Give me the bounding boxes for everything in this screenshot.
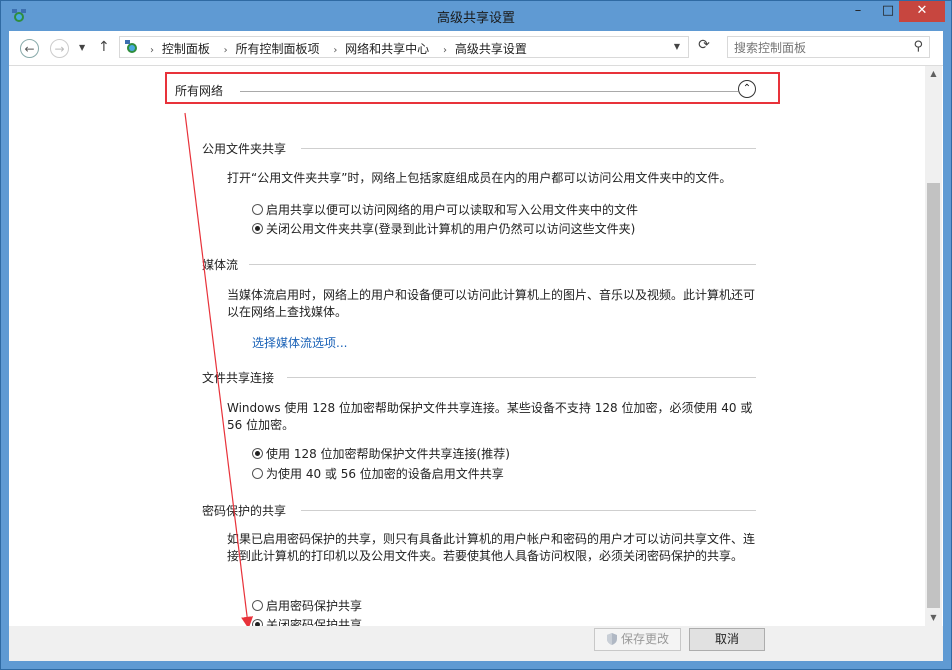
control-panel-icon: [125, 40, 137, 53]
cancel-button[interactable]: 取消: [689, 628, 765, 651]
search-input[interactable]: [732, 38, 906, 58]
breadcrumb-separator: ›: [333, 45, 338, 56]
vertical-scrollbar[interactable]: ▲ ▼: [925, 66, 942, 626]
save-changes-label: 保存更改: [620, 632, 669, 646]
scrollbar-thumb[interactable]: [927, 183, 940, 608]
recent-locations-button[interactable]: ▼: [79, 43, 85, 52]
save-changes-button[interactable]: 保存更改: [594, 628, 681, 651]
dialog-footer: 保存更改 取消: [9, 626, 943, 661]
breadcrumb: › 控制面板 › 所有控制面板项 › 网络和共享中心 › 高级共享设置: [144, 40, 531, 57]
annotation-arrow: [184, 112, 254, 626]
search-icon[interactable]: ⚲: [913, 39, 923, 54]
minimize-button[interactable]: –: [843, 1, 873, 22]
breadcrumb-item[interactable]: 网络和共享中心: [345, 42, 429, 56]
breadcrumb-item[interactable]: 所有控制面板项: [236, 42, 320, 56]
client-area: ← → ▼ ↑ › 控制面板 › 所有控制面板项 › 网络和共享中心 › 高级共…: [9, 31, 943, 661]
scroll-down-arrow-icon[interactable]: ▼: [925, 610, 942, 626]
window-title: 高级共享设置: [436, 11, 515, 26]
navigation-bar: ← → ▼ ↑ › 控制面板 › 所有控制面板项 › 网络和共享中心 › 高级共…: [9, 31, 943, 66]
title-bar: 高级共享设置 – □ ✕: [1, 1, 951, 31]
forward-button[interactable]: →: [50, 39, 69, 58]
refresh-button[interactable]: ⟳: [693, 37, 715, 59]
breadcrumb-item[interactable]: 控制面板: [162, 42, 210, 56]
address-bar[interactable]: › 控制面板 › 所有控制面板项 › 网络和共享中心 › 高级共享设置 ▼: [119, 36, 689, 58]
breadcrumb-separator: ›: [443, 45, 448, 56]
settings-content: 所有网络 ⌃ 公用文件夹共享 打开“公用文件夹共享”时，网络上包括家庭组成员在内…: [9, 66, 925, 626]
uac-shield-icon: [606, 633, 617, 645]
back-button[interactable]: ←: [20, 39, 39, 58]
search-box[interactable]: ⚲: [727, 36, 930, 58]
window: 高级共享设置 – □ ✕ ← → ▼ ↑ › 控制面板 › 所有控制面板项 ›: [0, 0, 952, 670]
breadcrumb-separator: ›: [150, 45, 154, 56]
up-button[interactable]: ↑: [98, 39, 110, 55]
scroll-up-arrow-icon[interactable]: ▲: [925, 66, 942, 82]
breadcrumb-separator: ›: [223, 45, 228, 56]
breadcrumb-item-current[interactable]: 高级共享设置: [455, 42, 527, 56]
address-dropdown-button[interactable]: ▼: [674, 42, 680, 51]
close-button[interactable]: ✕: [899, 1, 945, 22]
